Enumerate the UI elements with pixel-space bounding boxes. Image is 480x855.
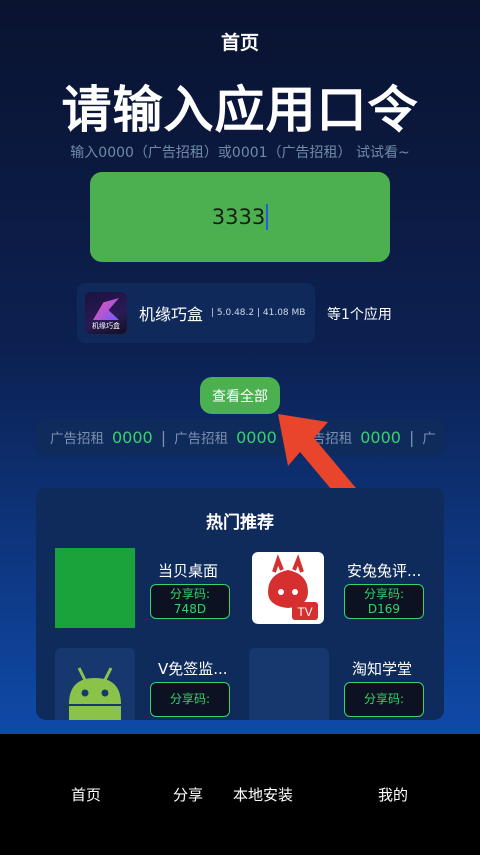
hot-item-name[interactable]: V免签监... — [158, 658, 228, 679]
app-count: 等1个应用 — [327, 307, 392, 323]
text-caret — [266, 204, 269, 230]
share-code-label: 分享码: — [169, 692, 211, 706]
hot-item-name[interactable]: 淘知学堂 — [352, 658, 412, 679]
page-header-title: 首页 — [220, 32, 259, 54]
antutu-icon[interactable]: TV — [252, 552, 324, 624]
app-result-card[interactable]: 机缘巧盒 机缘巧盒 | 5.0.48.2 | 41.08 MB — [77, 283, 315, 343]
ticker-label: 广告招租 — [174, 431, 229, 447]
svg-text:TV: TV — [297, 605, 312, 619]
app-icon: 机缘巧盒 — [85, 292, 127, 334]
page-title: 请输入应用口令 — [61, 81, 419, 139]
hot-item-name[interactable]: 安兔兔评... — [347, 560, 421, 581]
ticker-label: 广 — [422, 431, 436, 447]
code-input[interactable]: 3333 — [90, 172, 390, 262]
share-code-label: 分享码: — [363, 586, 405, 601]
hot-item-thumb[interactable] — [55, 548, 135, 628]
share-code-badge[interactable]: 分享码: — [344, 682, 424, 717]
share-code-label: 分享码: — [363, 692, 405, 706]
view-all-button[interactable]: 查看全部 — [200, 377, 280, 414]
android-icon[interactable] — [55, 648, 135, 720]
nav-item-local-install[interactable]: 本地安装 — [230, 734, 296, 855]
hot-item-name[interactable]: 当贝桌面 — [158, 560, 218, 581]
code-input-value: 3333 — [211, 205, 266, 229]
share-code-badge[interactable]: 分享码: — [150, 682, 230, 717]
share-code-label: 分享码: — [169, 586, 211, 601]
app-name: 机缘巧盒 — [139, 305, 204, 324]
bottom-nav: 首页 分享 本地安装 我的 — [0, 734, 480, 855]
ad-ticker[interactable]: 广告招租 0000 | 广告招租 0000 | 广告招租 0000 | 广 — [36, 418, 444, 456]
ticker-separator: | — [408, 427, 415, 447]
share-code-badge[interactable]: 分享码: 748D — [150, 584, 230, 619]
share-code-badge[interactable]: 分享码: D169 — [344, 584, 424, 619]
hot-recommend-panel: 热门推荐 当贝桌面 分享码: 748D TV 安兔兔评... 分享码: D169 — [36, 488, 444, 720]
ticker-separator: | — [160, 427, 167, 447]
code-hint: 输入0000（广告招租）或0001（广告招租） 试试看~ — [70, 145, 410, 161]
ticker-code: 0000 — [112, 427, 153, 447]
share-code-value: D169 — [367, 601, 401, 616]
ticker-label: 广告招租 — [50, 431, 104, 447]
app-icon-text: 机缘巧盒 — [92, 322, 120, 330]
hot-recommend-title: 热门推荐 — [206, 513, 274, 533]
bird-logo-icon — [93, 298, 119, 320]
share-code-value: 748D — [173, 601, 207, 616]
hot-item-thumb[interactable] — [249, 648, 329, 720]
nav-item-mine[interactable]: 我的 — [333, 734, 453, 855]
app-meta: | 5.0.48.2 | 41.08 MB — [211, 308, 306, 318]
